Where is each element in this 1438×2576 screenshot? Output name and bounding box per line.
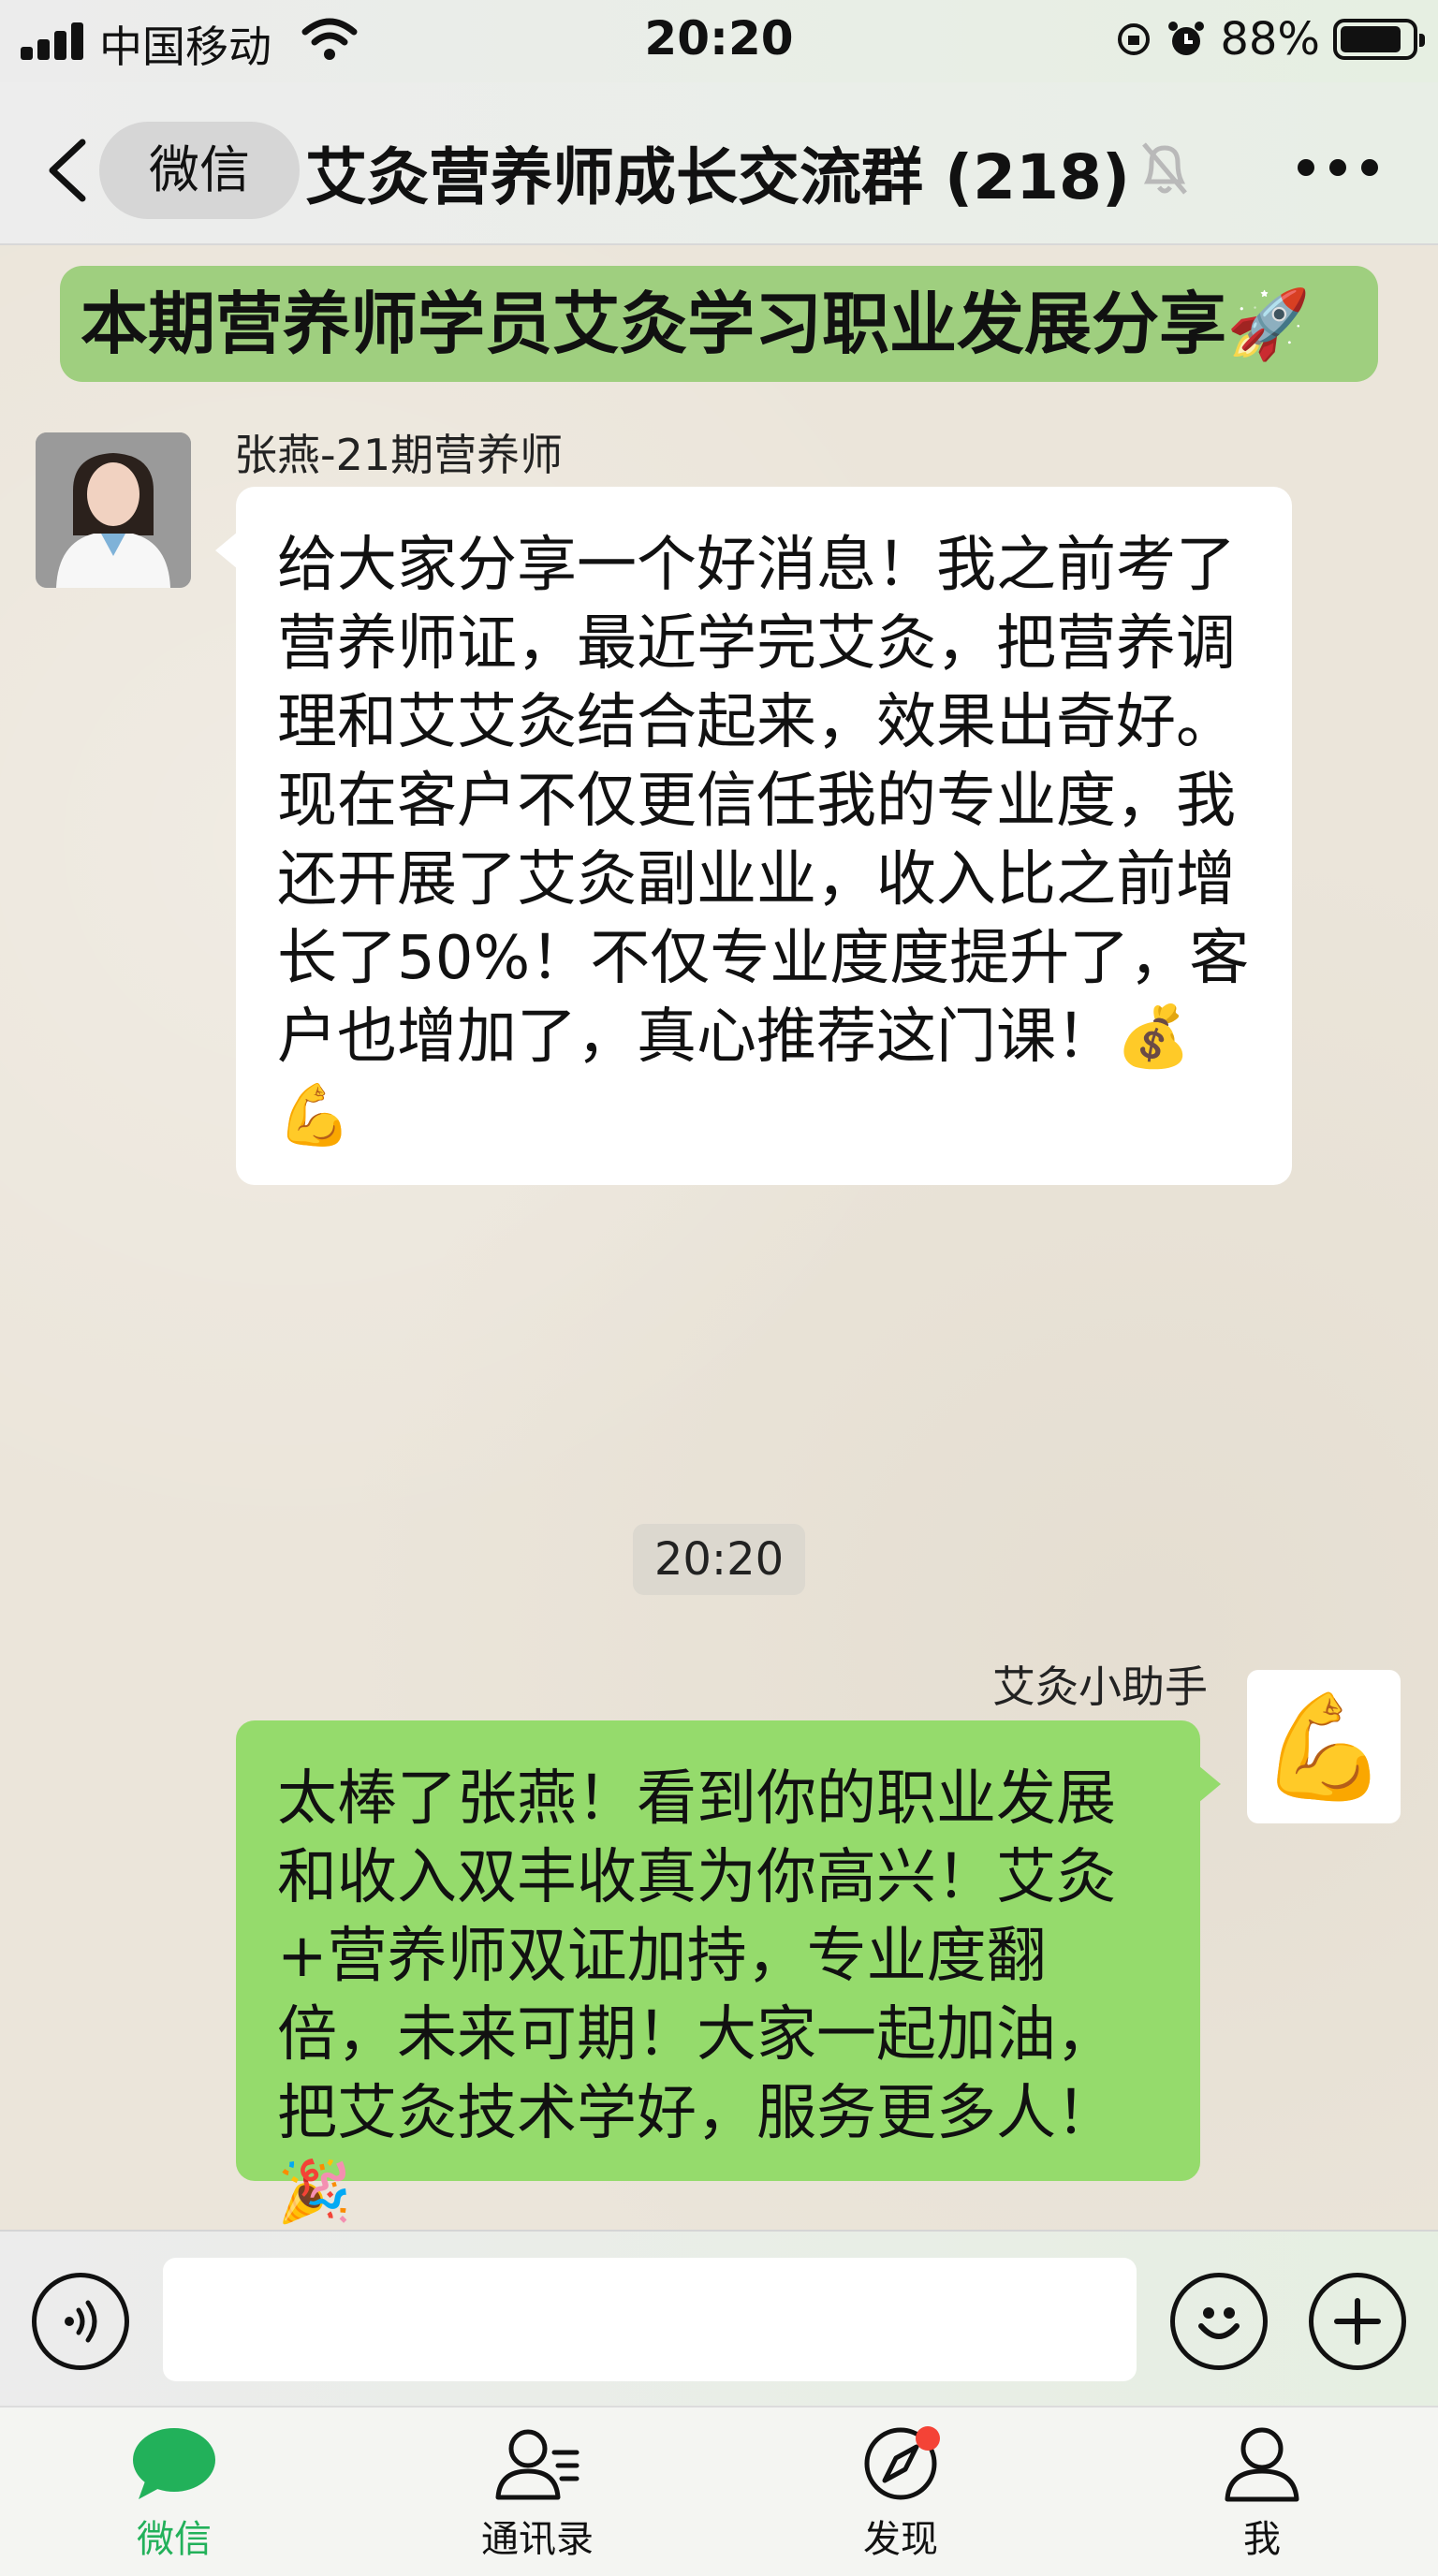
chat-bubble-icon (133, 2428, 215, 2499)
tab-label: 发现 (863, 2518, 938, 2561)
message-text: 太棒了张燕！看到你的职业发展和收入双丰收真为你高兴！艾灸+营养师双证加持，专业度… (277, 1764, 1116, 2227)
contacts-icon (495, 2429, 580, 2500)
message-text: 给大家分享一个好消息！我之前考了营养师证，最近学完艾灸，把营养调理和艾艾灸结合起… (277, 531, 1250, 1150)
message-bubble-received[interactable]: 给大家分享一个好消息！我之前考了营养师证，最近学完艾灸，把营养调理和艾艾灸结合起… (215, 487, 1292, 1185)
chat-timestamp: 20:20 (633, 1524, 805, 1595)
mute-bell-icon (1142, 142, 1187, 195)
back-label: 微信 (99, 122, 300, 219)
back-button[interactable]: 微信 (45, 122, 300, 219)
avatar[interactable] (36, 432, 191, 588)
chevron-left-icon (49, 139, 86, 202)
more-options-button[interactable] (1298, 154, 1378, 182)
more-dot-icon (1361, 159, 1378, 176)
status-bar: 中国移动 20:20 88% (0, 0, 1438, 82)
status-right-group: 88% (1115, 11, 1425, 67)
input-bar (0, 2230, 1438, 2406)
sender-name: 艾灸小助手 (992, 1661, 1208, 1712)
tab-me[interactable]: 我 (1168, 2424, 1356, 2574)
tab-discover[interactable]: 发现 (807, 2424, 994, 2574)
alarm-clock-icon (1168, 22, 1205, 55)
tab-bar: 微信 通讯录 发现 我 (0, 2406, 1438, 2576)
tab-label: 我 (1243, 2518, 1281, 2561)
more-dot-icon (1298, 159, 1314, 176)
flexed-biceps-icon: 💪 (1259, 1686, 1388, 1807)
tab-chats[interactable]: 微信 (81, 2424, 268, 2574)
doctor-portrait-icon (36, 432, 191, 588)
orientation-lock-icon (1118, 23, 1151, 55)
tab-label: 微信 (137, 2518, 212, 2561)
page-title: 艾灸营养师成长交流群 (218) (305, 141, 1131, 213)
smiley-icon (1198, 2307, 1240, 2339)
pinned-banner[interactable]: 本期营养师学员艾灸学习职业发展分享🚀 (60, 266, 1378, 382)
more-functions-button[interactable] (1309, 2273, 1406, 2370)
navigation-bar: 微信 艾灸营养师成长交流群 (218) (0, 82, 1438, 245)
voice-input-button[interactable] (32, 2273, 129, 2370)
voice-icon (65, 2300, 97, 2343)
avatar[interactable]: 💪 (1247, 1670, 1401, 1823)
battery-icon (1333, 19, 1425, 60)
emoji-button[interactable] (1170, 2273, 1268, 2370)
sender-name: 张燕-21期营养师 (234, 430, 564, 480)
message-bubble-sent[interactable]: 太棒了张燕！看到你的职业发展和收入双丰收真为你高兴！艾灸+营养师双证加持，专业度… (236, 1720, 1221, 2227)
tab-contacts[interactable]: 通讯录 (444, 2424, 631, 2574)
message-input[interactable] (163, 2258, 1137, 2381)
tab-label: 通讯录 (481, 2518, 594, 2561)
battery-percentage: 88% (1220, 13, 1320, 66)
person-icon (1225, 2427, 1299, 2502)
plus-icon (1334, 2298, 1381, 2345)
notification-badge (916, 2426, 940, 2451)
more-dot-icon (1329, 159, 1346, 176)
